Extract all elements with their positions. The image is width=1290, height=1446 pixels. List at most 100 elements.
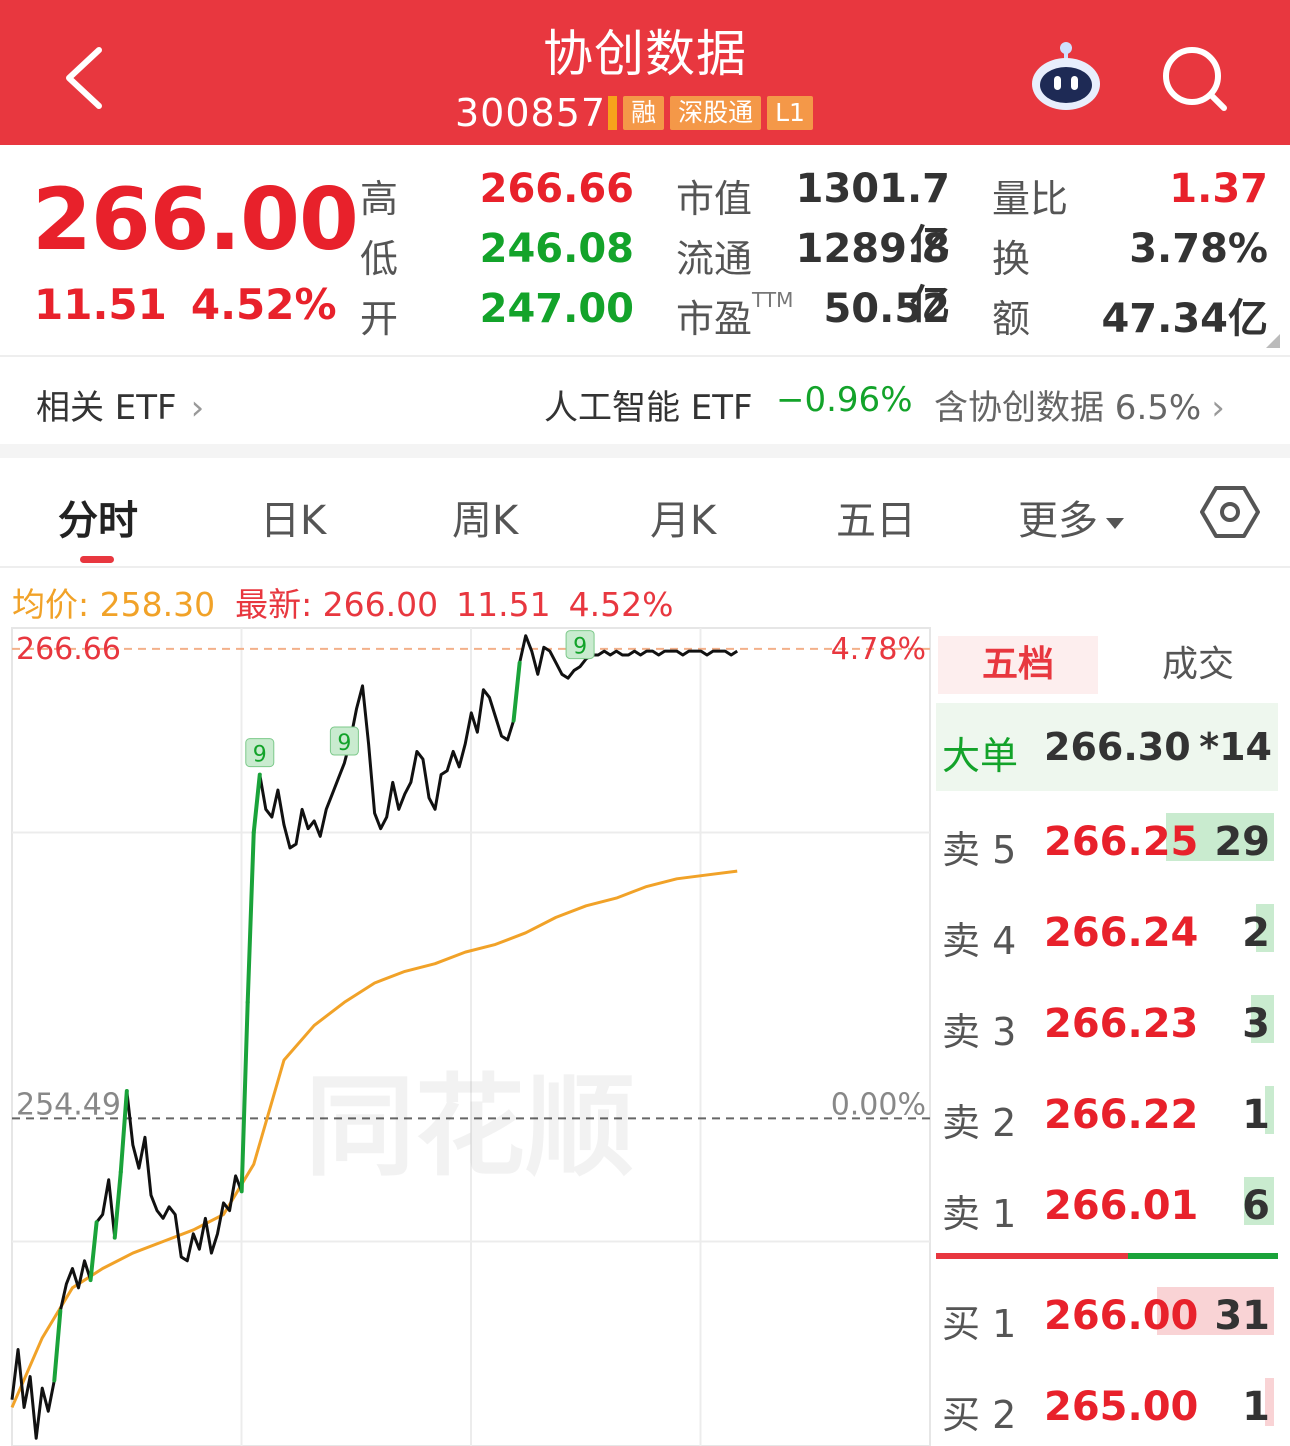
open-label: 开 bbox=[360, 297, 399, 341]
stock-code: 300857 bbox=[455, 91, 607, 135]
bid-level-volume: 1 bbox=[1242, 1384, 1270, 1430]
divider bbox=[0, 566, 1290, 568]
low-value: 246.08 bbox=[479, 226, 634, 272]
chart-legend: 均价: 258.30 最新: 266.00 11.51 4.52% bbox=[12, 578, 673, 626]
tag-level[interactable]: L1 bbox=[767, 96, 813, 130]
ask-level-volume: 3 bbox=[1242, 1001, 1270, 1047]
change-value: 11.51 bbox=[34, 280, 167, 329]
ask-level-volume: 29 bbox=[1214, 819, 1270, 865]
related-etf-row[interactable]: 相关 ETF › 人工智能 ETF −0.96% 含协创数据 6.5% › bbox=[0, 362, 1290, 442]
price-rise-segment bbox=[239, 1000, 250, 1194]
volume-ratio-label: 量比 bbox=[992, 177, 1069, 221]
tag-margin[interactable]: 融 bbox=[623, 96, 665, 130]
ask-row-1[interactable]: 卖 5 266.25 29 bbox=[936, 811, 1278, 872]
ask-level-label: 卖 5 bbox=[942, 828, 1017, 872]
turnover-value: 3.78% bbox=[1129, 226, 1268, 272]
tab-daily-k[interactable]: 日K bbox=[260, 488, 326, 546]
float-label: 流通 bbox=[676, 237, 753, 281]
change-percent: 4.52% bbox=[190, 280, 337, 329]
ask-level-label: 卖 1 bbox=[942, 1192, 1017, 1236]
bid-row-2[interactable]: 买 2 265.00 1 bbox=[936, 1376, 1278, 1437]
big-order-price: 266.30 bbox=[1044, 725, 1191, 769]
tab-weekly-k[interactable]: 周K bbox=[452, 488, 518, 546]
expand-corner-icon[interactable] bbox=[1266, 334, 1280, 348]
bid-level-volume: 31 bbox=[1214, 1293, 1270, 1339]
bid-level-price: 266.00 bbox=[1044, 1293, 1199, 1339]
tab-five-day[interactable]: 五日 bbox=[836, 488, 916, 546]
spread-bar-red bbox=[936, 1253, 1128, 1259]
intraday-chart[interactable]: 同花顺 9 9 9 266.66 4.78% 254.49 0.00% bbox=[0, 620, 935, 1446]
tab-five-levels[interactable]: 五档 bbox=[938, 636, 1098, 694]
ask-row-4[interactable]: 卖 2 266.22 1 bbox=[936, 1084, 1278, 1145]
big-order-row[interactable]: 大单 266.30 *14 bbox=[936, 703, 1278, 791]
settings-hex-icon[interactable] bbox=[1200, 484, 1260, 540]
signal-marker-label: 9 bbox=[253, 743, 267, 768]
ask-level-price: 266.25 bbox=[1044, 819, 1199, 865]
bid-level-label: 买 1 bbox=[942, 1302, 1017, 1346]
volume-ratio-value: 1.37 bbox=[1169, 166, 1268, 212]
price-rise-segment bbox=[112, 1170, 123, 1240]
high-value: 266.66 bbox=[479, 166, 634, 212]
price-change: 11.51 4.52% bbox=[34, 280, 361, 329]
tab-intraday[interactable]: 分时 bbox=[58, 488, 138, 546]
latest-price-label: 最新: 266.00 11.51 4.52% bbox=[235, 585, 674, 624]
big-order-label: 大单 bbox=[942, 734, 1019, 778]
section-gap bbox=[0, 444, 1290, 458]
tag-connect[interactable]: 深股通 bbox=[670, 96, 762, 130]
etf-name[interactable]: 人工智能 ETF bbox=[544, 380, 753, 429]
price-rise-segment bbox=[251, 772, 262, 835]
accent-bar bbox=[608, 96, 618, 130]
turnover-label: 换 bbox=[992, 237, 1031, 281]
watermark: 同花顺 bbox=[305, 1063, 635, 1191]
amount-value: 47.34亿 bbox=[1101, 296, 1268, 342]
active-tab-indicator bbox=[80, 556, 114, 563]
bid-level-price: 265.00 bbox=[1044, 1384, 1199, 1430]
etf-change: −0.96% bbox=[776, 380, 913, 420]
spread-bar-green bbox=[1128, 1253, 1278, 1259]
divider bbox=[0, 355, 1290, 357]
bid-level-label: 买 2 bbox=[942, 1393, 1017, 1437]
price-rise-segment bbox=[511, 660, 522, 723]
ask-level-label: 卖 2 bbox=[942, 1101, 1017, 1145]
chevron-right-icon: › bbox=[1211, 388, 1225, 428]
ask-level-price: 266.01 bbox=[1044, 1183, 1199, 1229]
chart-grid bbox=[11, 627, 931, 1446]
ask-level-volume: 2 bbox=[1242, 910, 1270, 956]
stock-subline: 300857 融 深股通 L1 bbox=[455, 91, 819, 135]
ask-level-volume: 6 bbox=[1242, 1183, 1270, 1229]
ask-level-label: 卖 3 bbox=[942, 1010, 1017, 1054]
ask-level-price: 266.23 bbox=[1044, 1001, 1199, 1047]
y-axis-high-pct: 4.78% bbox=[831, 632, 926, 667]
chevron-right-icon: › bbox=[190, 388, 205, 428]
signal-marker-label: 9 bbox=[337, 731, 351, 756]
signal-marker-label: 9 bbox=[573, 635, 587, 660]
last-price: 266.00 bbox=[32, 170, 359, 270]
tab-trades[interactable]: 成交 bbox=[1118, 636, 1278, 694]
ask-level-label: 卖 4 bbox=[942, 919, 1017, 963]
search-icon[interactable] bbox=[1160, 44, 1230, 114]
y-axis-high-label: 266.66 bbox=[16, 632, 121, 667]
price-rise-segment bbox=[245, 830, 256, 1005]
ask-row-5[interactable]: 卖 1 266.01 6 bbox=[936, 1175, 1278, 1236]
big-order-volume: *14 bbox=[1199, 725, 1272, 769]
avg-price-label: 均价: 258.30 bbox=[12, 585, 216, 624]
price-rise-segment bbox=[52, 1308, 63, 1383]
pe-value: 50.52 bbox=[823, 286, 950, 332]
etf-holding[interactable]: 含协创数据 6.5% › bbox=[934, 380, 1225, 429]
ask-level-price: 266.24 bbox=[1044, 910, 1199, 956]
tab-monthly-k[interactable]: 月K bbox=[650, 488, 716, 546]
open-value: 247.00 bbox=[479, 286, 634, 332]
related-etf-link[interactable]: 相关 ETF › bbox=[36, 380, 204, 429]
high-label: 高 bbox=[360, 177, 399, 221]
robot-assistant-icon[interactable] bbox=[1028, 40, 1104, 112]
ask-level-price: 266.22 bbox=[1044, 1092, 1199, 1138]
tab-more[interactable]: 更多 bbox=[1018, 488, 1124, 546]
caret-down-icon bbox=[1106, 517, 1124, 529]
ask-row-3[interactable]: 卖 3 266.23 3 bbox=[936, 993, 1278, 1054]
low-label: 低 bbox=[360, 237, 399, 281]
order-book-tabs: 五档 成交 bbox=[938, 636, 1278, 694]
amount-label: 额 bbox=[992, 297, 1031, 341]
ask-row-2[interactable]: 卖 4 266.24 2 bbox=[936, 902, 1278, 963]
bid-row-1[interactable]: 买 1 266.00 31 bbox=[936, 1285, 1278, 1346]
price-rise-segment bbox=[118, 1089, 129, 1175]
